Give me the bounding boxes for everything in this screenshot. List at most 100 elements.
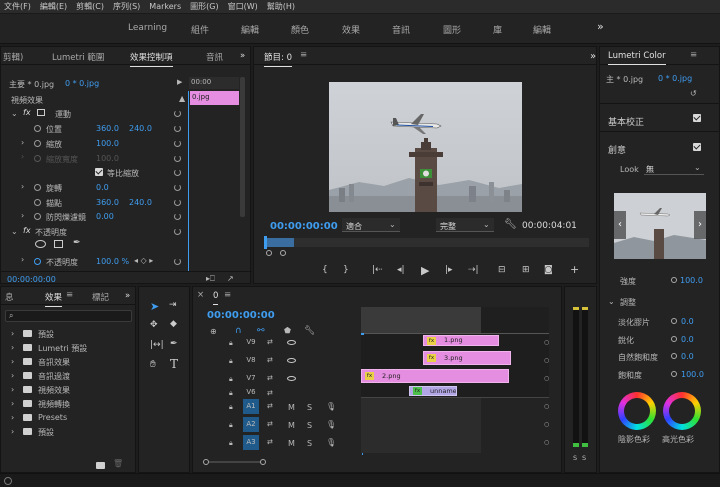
program-video-frame[interactable] xyxy=(329,82,522,212)
sequence-menu-icon[interactable]: ≡ xyxy=(224,290,231,300)
sync-lock-icon[interactable]: ⇄ xyxy=(267,338,273,346)
opacity-stopwatch-icon[interactable] xyxy=(34,258,41,265)
go-to-out-icon[interactable]: ⇢| xyxy=(468,265,479,275)
eye-icon[interactable] xyxy=(287,358,296,363)
scale-width-reset-icon[interactable] xyxy=(174,155,181,162)
step-back-icon[interactable]: ◂| xyxy=(397,265,405,275)
more-panels-icon[interactable]: » xyxy=(125,291,130,301)
track-height-icon[interactable]: ○ xyxy=(544,403,549,410)
anchor-y-value[interactable]: 240.0 xyxy=(129,198,152,207)
mini-ruler[interactable]: 00:00 xyxy=(189,77,239,89)
workspace-effects[interactable]: 效果 xyxy=(342,23,360,36)
anti-flicker-expand-icon[interactable]: › xyxy=(21,211,24,220)
uniform-scale-reset-icon[interactable] xyxy=(174,169,181,176)
faded-film-knob[interactable] xyxy=(671,318,677,324)
lumetri-menu-icon[interactable]: ≡ xyxy=(690,50,697,60)
expand-right-icon[interactable]: » xyxy=(590,51,596,62)
play-only-icon[interactable]: ▶ xyxy=(177,78,182,86)
eye-icon[interactable] xyxy=(287,340,296,345)
solo-button-icon[interactable]: S xyxy=(307,403,312,412)
rotation-stopwatch-icon[interactable] xyxy=(34,184,41,191)
track-height-icon[interactable]: ○ xyxy=(544,375,549,382)
saturation-knob[interactable] xyxy=(671,371,677,377)
basic-correction-label[interactable]: 基本校正 xyxy=(608,115,644,128)
workspace-libraries[interactable]: 庫 xyxy=(493,23,502,36)
wrench-icon[interactable]: 🔧︎ xyxy=(504,219,517,230)
new-bin-icon[interactable] xyxy=(96,462,105,469)
tab-effects[interactable]: 效果 xyxy=(45,291,63,307)
workspace-editing[interactable]: 編輯 xyxy=(241,23,259,36)
solo-right-button[interactable]: S xyxy=(582,454,586,462)
lock-icon[interactable]: 🔒︎ xyxy=(229,439,233,448)
tree-item-video-effects[interactable]: 視頻效果 xyxy=(38,385,70,396)
quality-dropdown[interactable]: 完整 ⌄ xyxy=(436,218,494,232)
saturation-value[interactable]: 100.0 xyxy=(681,370,704,379)
audio-track-area[interactable] xyxy=(361,397,481,453)
program-timecode[interactable]: 00:00:00:00 xyxy=(270,221,338,232)
expand-icon[interactable]: › xyxy=(11,413,14,422)
tree-item-video-transitions[interactable]: 視頻轉換 xyxy=(38,399,70,410)
tab-sequence[interactable]: 0 xyxy=(213,291,219,305)
lock-icon[interactable]: 🔒︎ xyxy=(229,403,233,412)
expand-icon[interactable]: › xyxy=(11,385,14,394)
lock-icon[interactable]: 🔒︎ xyxy=(229,421,233,430)
sharpen-value[interactable]: 0.0 xyxy=(681,335,694,344)
tree-item-presets-2[interactable]: 預設 xyxy=(38,427,54,438)
solo-button-icon[interactable]: S xyxy=(307,439,312,448)
expand-icon[interactable]: › xyxy=(11,329,14,338)
vibrance-value[interactable]: 0.0 xyxy=(681,352,694,361)
workspace-color[interactable]: 顏色 xyxy=(291,23,309,36)
anchor-stopwatch-icon[interactable] xyxy=(34,199,41,206)
adjust-collapse-icon[interactable]: ⌄ xyxy=(608,297,615,306)
track-height-icon[interactable]: ○ xyxy=(544,339,549,346)
tab-effect-controls[interactable]: 效果控制項 xyxy=(130,51,173,67)
lock-icon[interactable]: 🔒︎ xyxy=(229,389,233,398)
look-prev-button[interactable]: ‹ xyxy=(614,211,626,239)
motion-collapse-icon[interactable]: ⌄ xyxy=(11,109,18,118)
position-reset-icon[interactable] xyxy=(174,125,181,132)
basic-correction-checkbox[interactable] xyxy=(693,114,701,122)
menu-file[interactable]: 文件(F) xyxy=(4,1,31,12)
export-frame-icon[interactable]: ◙ xyxy=(544,265,553,275)
opacity-value[interactable]: 100.0 % xyxy=(96,257,129,266)
sync-lock-icon[interactable]: ⇄ xyxy=(267,420,273,428)
creative-checkbox[interactable] xyxy=(693,143,701,151)
tab-clip[interactable]: 剪輯) xyxy=(3,51,23,63)
add-button-icon[interactable]: + xyxy=(570,263,579,276)
anchor-reset-icon[interactable] xyxy=(174,199,181,206)
type-tool-icon[interactable]: T xyxy=(170,357,178,371)
anchor-x-value[interactable]: 360.0 xyxy=(96,198,119,207)
timeline-timecode[interactable]: 00:00:00:00 xyxy=(207,310,275,321)
workspace-assembly[interactable]: 組件 xyxy=(191,23,209,36)
motion-transform-icon[interactable] xyxy=(37,109,45,116)
work-area-bar[interactable] xyxy=(361,307,481,333)
tree-item-presets[interactable]: 預設 xyxy=(38,329,54,340)
scrub-playhead[interactable] xyxy=(264,236,267,249)
timeline-ruler[interactable] xyxy=(361,307,549,337)
track-label-a1[interactable]: A1 xyxy=(243,399,259,414)
uniform-scale-checkbox[interactable] xyxy=(95,168,103,176)
selection-tool-icon[interactable]: ➤ xyxy=(150,300,159,313)
voiceover-mic-icon[interactable]: 🎙︎ xyxy=(326,402,336,411)
hand-tool-icon[interactable]: ✋︎ xyxy=(150,359,156,370)
clip-2png[interactable]: fx 2.png xyxy=(361,369,509,383)
sync-lock-icon[interactable]: ⇄ xyxy=(267,374,273,382)
track-label-a3[interactable]: A3 xyxy=(243,435,259,450)
menu-help[interactable]: 幫助(H) xyxy=(267,1,295,12)
expand-icon[interactable]: › xyxy=(11,343,14,352)
eye-icon[interactable] xyxy=(287,376,296,381)
intensity-value[interactable]: 100.0 xyxy=(680,276,703,285)
nest-icon[interactable]: ⊕ xyxy=(210,327,217,336)
track-label-v7[interactable]: V7 xyxy=(243,371,259,386)
rotation-expand-icon[interactable]: › xyxy=(21,182,24,191)
tab-lumetri-scopes[interactable]: Lumetri 範圍 xyxy=(52,51,104,63)
effects-search-input[interactable]: ⌕ xyxy=(5,310,132,322)
track-label-a2[interactable]: A2 xyxy=(243,417,259,432)
pen-mask-icon[interactable]: ✒ xyxy=(73,238,81,248)
close-icon[interactable]: × xyxy=(197,290,204,300)
solo-left-button[interactable]: S xyxy=(573,454,577,462)
lumetri-reset-icon[interactable]: ↺ xyxy=(690,89,697,98)
tab-program[interactable]: 節目: 0 xyxy=(264,51,292,67)
clip-1png[interactable]: fx 1.png xyxy=(423,335,499,346)
track-label-v8[interactable]: V8 xyxy=(243,353,259,368)
